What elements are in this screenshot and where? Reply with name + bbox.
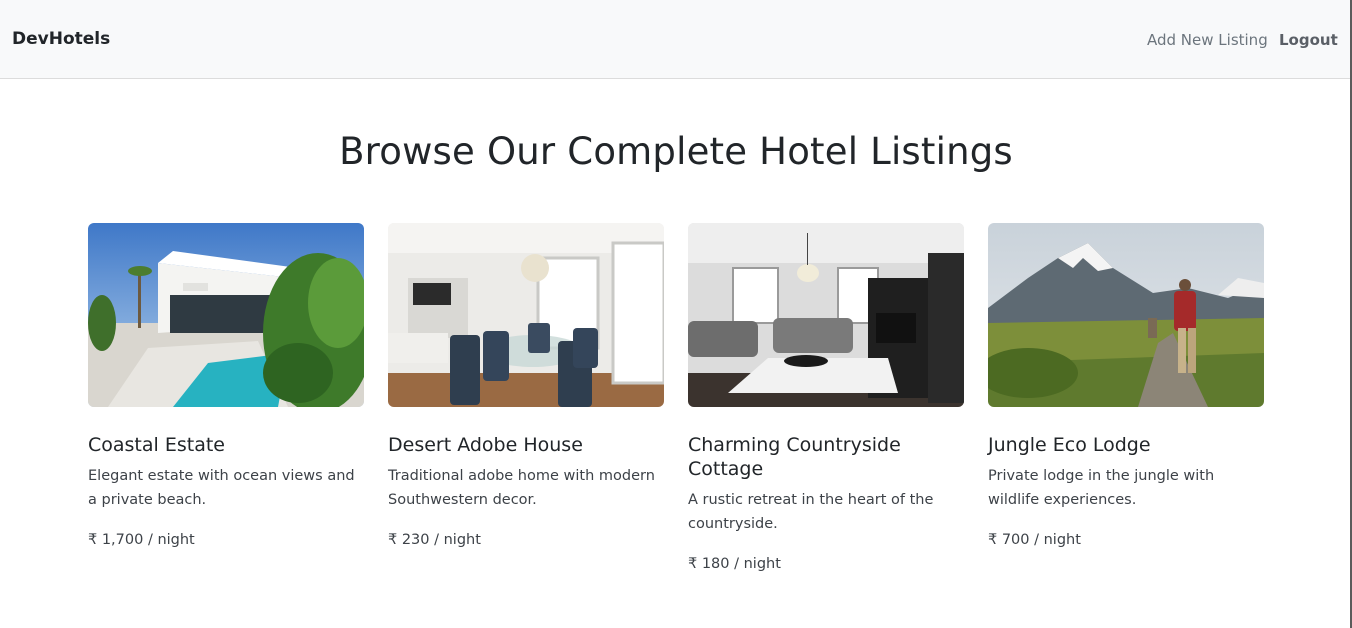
listing-price: ₹ 180 / night — [688, 556, 781, 572]
listing-card[interactable]: Coastal Estate Elegant estate with ocean… — [88, 223, 364, 552]
listing-image[interactable] — [388, 223, 664, 407]
add-new-listing-link[interactable]: Add New Listing — [1147, 31, 1268, 49]
listing-description: Traditional adobe home with modern South… — [388, 468, 655, 508]
listing-card[interactable]: Desert Adobe House Traditional adobe hom… — [388, 223, 664, 552]
listing-description: A rustic retreat in the heart of the cou… — [688, 492, 934, 532]
listing-description: Elegant estate with ocean views and a pr… — [88, 468, 355, 508]
logout-link[interactable]: Logout — [1279, 31, 1338, 49]
listing-price: ₹ 230 / night — [388, 532, 481, 548]
listing-title: Desert Adobe House — [388, 434, 583, 456]
listing-title: Jungle Eco Lodge — [988, 434, 1151, 456]
listing-image[interactable] — [988, 223, 1264, 407]
listing-image[interactable] — [88, 223, 364, 407]
listing-price: ₹ 700 / night — [988, 532, 1081, 548]
listing-title: Coastal Estate — [88, 434, 225, 456]
listing-card[interactable]: Charming Countryside Cottage A rustic re… — [688, 223, 964, 576]
brand-logo-link[interactable]: DevHotels — [12, 29, 110, 49]
listing-price: ₹ 1,700 / night — [88, 532, 195, 548]
navbar: DevHotels Add New Listing Logout — [0, 0, 1352, 79]
page-title: Browse Our Complete Hotel Listings — [339, 130, 1013, 173]
listing-description: Private lodge in the jungle with wildlif… — [988, 468, 1215, 508]
listing-image[interactable] — [688, 223, 964, 407]
listing-title: Charming Countryside Cottage — [688, 434, 901, 480]
listing-card[interactable]: Jungle Eco Lodge Private lodge in the ju… — [988, 223, 1264, 552]
